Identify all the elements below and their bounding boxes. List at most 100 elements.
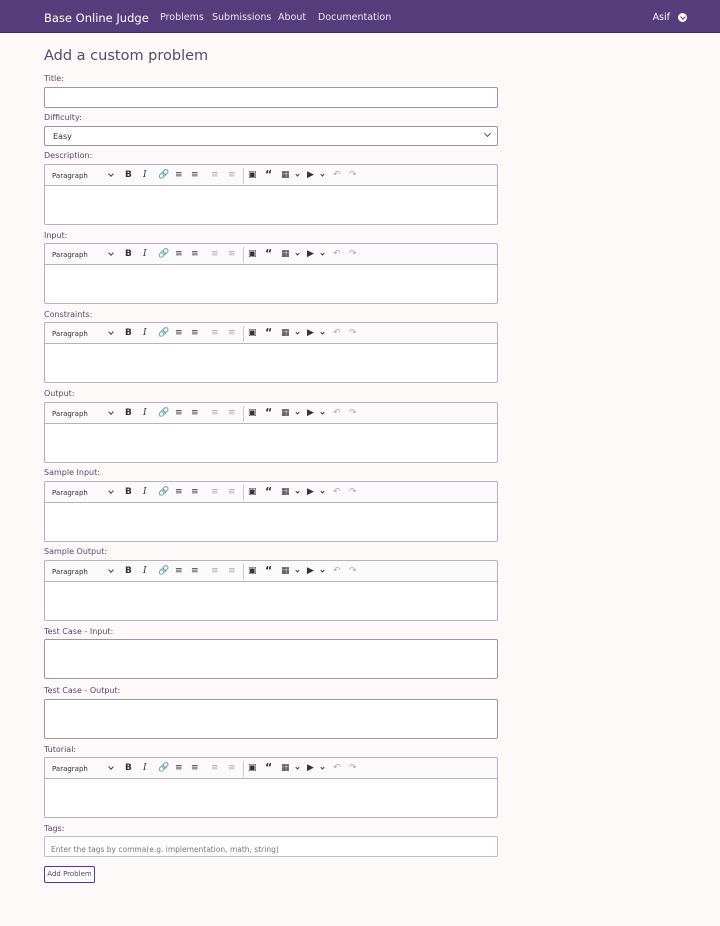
italic-icon[interactable]: I: [143, 170, 147, 181]
input-editor[interactable]: Paragraph B I 🔗 ≡ ≡ ≡ ≡ ▣ “ ▦ ▶ ↶ ↷: [44, 243, 498, 304]
editor-content[interactable]: [44, 343, 498, 383]
outdent-icon[interactable]: ≡: [211, 170, 219, 181]
numbered-list-icon[interactable]: ≡: [191, 487, 199, 498]
title-input[interactable]: [44, 87, 498, 108]
blockquote-icon[interactable]: “: [265, 486, 272, 497]
paragraph-dropdown[interactable]: Paragraph: [52, 171, 88, 182]
link-icon[interactable]: 🔗: [158, 566, 169, 577]
redo-icon[interactable]: ↷: [349, 249, 357, 260]
outdent-icon[interactable]: ≡: [211, 763, 219, 774]
brand-link[interactable]: Base Online Judge: [44, 11, 149, 25]
nav-submissions[interactable]: Submissions: [212, 12, 271, 23]
outdent-icon[interactable]: ≡: [211, 408, 219, 419]
constraints-editor[interactable]: Paragraph B I 🔗 ≡ ≡ ≡ ≡ ▣ “ ▦ ▶ ↶ ↷: [44, 322, 498, 383]
redo-icon[interactable]: ↷: [349, 566, 357, 577]
numbered-list-icon[interactable]: ≡: [191, 566, 199, 577]
table-icon[interactable]: ▦: [281, 487, 290, 498]
tags-input[interactable]: [45, 840, 497, 859]
indent-icon[interactable]: ≡: [228, 249, 236, 260]
italic-icon[interactable]: I: [143, 566, 147, 577]
undo-icon[interactable]: ↶: [333, 487, 341, 498]
blockquote-icon[interactable]: “: [265, 565, 272, 576]
bulleted-list-icon[interactable]: ≡: [175, 566, 183, 577]
nav-documentation[interactable]: Documentation: [318, 12, 391, 23]
image-icon[interactable]: ▣: [248, 170, 257, 181]
blockquote-icon[interactable]: “: [265, 248, 272, 259]
bold-icon[interactable]: B: [125, 763, 132, 774]
output-editor[interactable]: Paragraph B I 🔗 ≡ ≡ ≡ ≡ ▣ “ ▦ ▶ ↶ ↷: [44, 402, 498, 463]
indent-icon[interactable]: ≡: [228, 487, 236, 498]
indent-icon[interactable]: ≡: [228, 566, 236, 577]
image-icon[interactable]: ▣: [248, 328, 257, 339]
link-icon[interactable]: 🔗: [158, 170, 169, 181]
blockquote-icon[interactable]: “: [265, 169, 272, 180]
link-icon[interactable]: 🔗: [158, 249, 169, 260]
undo-icon[interactable]: ↶: [333, 170, 341, 181]
image-icon[interactable]: ▣: [248, 763, 257, 774]
table-icon[interactable]: ▦: [281, 763, 290, 774]
paragraph-dropdown[interactable]: Paragraph: [52, 250, 88, 261]
outdent-icon[interactable]: ≡: [211, 249, 219, 260]
link-icon[interactable]: 🔗: [158, 763, 169, 774]
indent-icon[interactable]: ≡: [228, 170, 236, 181]
italic-icon[interactable]: I: [143, 487, 147, 498]
bulleted-list-icon[interactable]: ≡: [175, 328, 183, 339]
table-icon[interactable]: ▦: [281, 566, 290, 577]
bold-icon[interactable]: B: [125, 249, 132, 260]
bold-icon[interactable]: B: [125, 328, 132, 339]
numbered-list-icon[interactable]: ≡: [191, 170, 199, 181]
italic-icon[interactable]: I: [143, 249, 147, 260]
link-icon[interactable]: 🔗: [158, 408, 169, 419]
bulleted-list-icon[interactable]: ≡: [175, 487, 183, 498]
redo-icon[interactable]: ↷: [349, 408, 357, 419]
editor-content[interactable]: [44, 423, 498, 463]
image-icon[interactable]: ▣: [248, 487, 257, 498]
undo-icon[interactable]: ↶: [333, 249, 341, 260]
blockquote-icon[interactable]: “: [265, 327, 272, 338]
editor-content[interactable]: [44, 778, 498, 818]
sample-output-editor[interactable]: Paragraph B I 🔗 ≡ ≡ ≡ ≡ ▣ “ ▦ ▶ ↶ ↷: [44, 560, 498, 621]
bold-icon[interactable]: B: [125, 408, 132, 419]
bold-icon[interactable]: B: [125, 170, 132, 181]
paragraph-dropdown[interactable]: Paragraph: [52, 764, 88, 775]
redo-icon[interactable]: ↷: [349, 763, 357, 774]
outdent-icon[interactable]: ≡: [211, 487, 219, 498]
indent-icon[interactable]: ≡: [228, 328, 236, 339]
description-editor[interactable]: Paragraph B I 🔗 ≡ ≡ ≡ ≡ ▣ “ ▦ ▶ ↶ ↷: [44, 164, 498, 225]
testcase-input-textarea[interactable]: [44, 639, 498, 679]
bold-icon[interactable]: B: [125, 566, 132, 577]
editor-content[interactable]: [44, 502, 498, 542]
paragraph-dropdown[interactable]: Paragraph: [52, 409, 88, 420]
paragraph-dropdown[interactable]: Paragraph: [52, 329, 88, 340]
indent-icon[interactable]: ≡: [228, 408, 236, 419]
blockquote-icon[interactable]: “: [265, 762, 272, 773]
bulleted-list-icon[interactable]: ≡: [175, 408, 183, 419]
sample-input-editor[interactable]: Paragraph B I 🔗 ≡ ≡ ≡ ≡ ▣ “ ▦ ▶ ↶ ↷: [44, 481, 498, 542]
bulleted-list-icon[interactable]: ≡: [175, 249, 183, 260]
nav-about[interactable]: About: [278, 12, 306, 23]
redo-icon[interactable]: ↷: [349, 170, 357, 181]
tutorial-editor[interactable]: Paragraph B I 🔗 ≡ ≡ ≡ ≡ ▣ “ ▦ ▶ ↶ ↷: [44, 757, 498, 818]
italic-icon[interactable]: I: [143, 408, 147, 419]
undo-icon[interactable]: ↶: [333, 408, 341, 419]
difficulty-select[interactable]: Easy: [44, 126, 498, 146]
nav-problems[interactable]: Problems: [160, 12, 204, 23]
media-icon[interactable]: ▶: [307, 249, 314, 260]
paragraph-dropdown[interactable]: Paragraph: [52, 488, 88, 499]
bold-icon[interactable]: B: [125, 487, 132, 498]
redo-icon[interactable]: ↷: [349, 328, 357, 339]
user-menu[interactable]: Asif: [653, 12, 687, 23]
italic-icon[interactable]: I: [143, 763, 147, 774]
outdent-icon[interactable]: ≡: [211, 566, 219, 577]
image-icon[interactable]: ▣: [248, 408, 257, 419]
table-icon[interactable]: ▦: [281, 249, 290, 260]
media-icon[interactable]: ▶: [307, 763, 314, 774]
link-icon[interactable]: 🔗: [158, 328, 169, 339]
image-icon[interactable]: ▣: [248, 566, 257, 577]
media-icon[interactable]: ▶: [307, 487, 314, 498]
editor-content[interactable]: [44, 185, 498, 225]
undo-icon[interactable]: ↶: [333, 566, 341, 577]
link-icon[interactable]: 🔗: [158, 487, 169, 498]
redo-icon[interactable]: ↷: [349, 487, 357, 498]
testcase-output-textarea[interactable]: [44, 699, 498, 739]
